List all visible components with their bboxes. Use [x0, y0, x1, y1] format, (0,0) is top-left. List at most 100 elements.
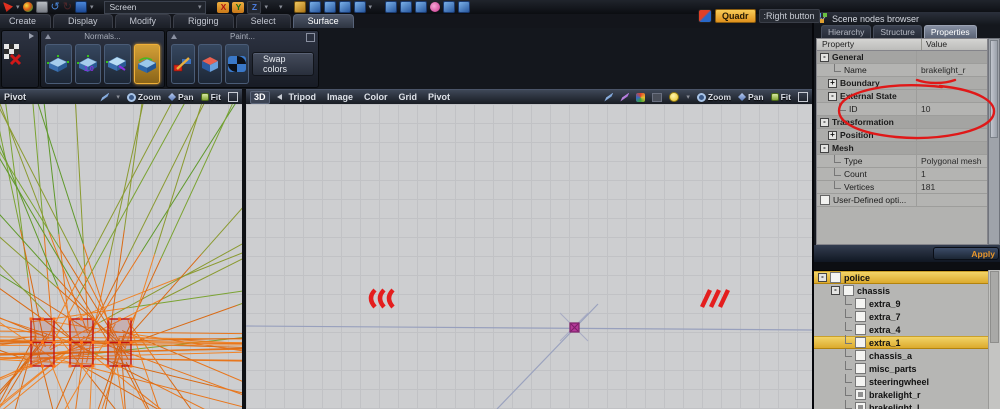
popout-icon[interactable]	[306, 33, 315, 42]
normals-flat-button[interactable]	[45, 44, 72, 84]
property-row-transformation[interactable]: Transformation	[817, 116, 987, 129]
dropdown-caret-icon[interactable]: ▾	[279, 3, 283, 11]
center-pan-button[interactable]: Pan	[738, 92, 764, 102]
expand-icon[interactable]	[828, 78, 837, 88]
undo-icon[interactable]: ↺	[51, 2, 60, 13]
dropdown-caret-icon[interactable]: ▾	[90, 3, 94, 11]
node-checkbox-partial[interactable]	[855, 402, 866, 409]
menu-image[interactable]: Image	[327, 92, 353, 102]
collapse-icon[interactable]	[820, 117, 829, 127]
geometry-tool-icon[interactable]	[353, 1, 366, 13]
properties-scrollbar[interactable]	[988, 38, 1000, 245]
left-zoom-button[interactable]: Zoom	[126, 92, 161, 102]
normals-smooth-button-active[interactable]	[133, 44, 160, 84]
lighting-bulb-icon[interactable]	[669, 92, 680, 102]
tab-modify[interactable]: Modify	[114, 14, 172, 28]
geometry-tool-icon[interactable]	[323, 1, 336, 13]
left-viewport-canvas[interactable]	[0, 104, 242, 409]
node-checkbox[interactable]	[855, 311, 866, 322]
menu-grid[interactable]: Grid	[399, 92, 418, 102]
select-tool-icon[interactable]	[3, 2, 13, 12]
property-row-vertices[interactable]: Vertices 181	[817, 181, 987, 194]
tree-item-extra7[interactable]: extra_7	[814, 309, 1000, 323]
normals-scale-button[interactable]: 1.0	[74, 44, 101, 84]
property-row-user-defined[interactable]: User-Defined opti...	[817, 194, 987, 207]
tab-select[interactable]: Select	[235, 14, 291, 28]
material-sphere-icon[interactable]	[22, 2, 33, 12]
collapse-icon[interactable]	[818, 273, 827, 282]
collapse-icon[interactable]	[820, 52, 829, 62]
maximize-viewport-icon[interactable]	[798, 92, 808, 102]
property-row-count[interactable]: Count 1	[817, 168, 987, 181]
tree-scrollbar[interactable]	[988, 270, 1000, 409]
node-checkbox[interactable]	[855, 337, 866, 348]
tree-item-brakelight-l[interactable]: brakelight_l	[814, 400, 1000, 409]
tab-structure[interactable]: Structure	[873, 25, 922, 38]
dropdown-caret-icon[interactable]: ▾	[369, 3, 373, 11]
expand-right-icon[interactable]	[29, 33, 34, 39]
draw-tool-icon[interactable]	[100, 92, 110, 102]
chevron-down-icon[interactable]: ▾	[116, 93, 120, 101]
paint-brush-button[interactable]	[171, 44, 196, 84]
dropdown-caret-icon[interactable]: ▾	[264, 3, 268, 11]
palette-icon[interactable]	[636, 92, 646, 102]
tree-item-extra1-selected[interactable]: extra_1	[814, 335, 1000, 349]
user-defined-checkbox[interactable]	[820, 195, 830, 205]
menu-color[interactable]: Color	[364, 92, 388, 102]
tree-item-chassis[interactable]: chassis	[814, 284, 1000, 297]
node-checkbox[interactable]	[843, 285, 854, 296]
uv-checker-delete-icon[interactable]	[4, 44, 24, 66]
shading-box-icon[interactable]	[652, 92, 663, 102]
tree-item-extra4[interactable]: extra_4	[814, 322, 1000, 336]
center-zoom-button[interactable]: Zoom	[696, 92, 731, 102]
mesh-tool-icon[interactable]	[400, 1, 413, 13]
tree-item-brakelight-r[interactable]: brakelight_r	[814, 387, 1000, 401]
tree-item-steeringwheel[interactable]: steeringwheel	[814, 374, 1000, 388]
dropdown-caret-icon[interactable]: ▾	[16, 3, 20, 11]
tab-create[interactable]: Create	[0, 14, 52, 28]
property-row-name[interactable]: Name brakelight_r	[817, 64, 987, 77]
mesh-tool-icon[interactable]	[415, 1, 428, 13]
normals-flip-button[interactable]	[104, 44, 131, 84]
tree-item-police[interactable]: police	[814, 271, 1000, 284]
property-row-position[interactable]: Position	[817, 129, 987, 142]
chevron-down-icon[interactable]: ▾	[686, 93, 690, 101]
property-row-type[interactable]: Type Polygonal mesh	[817, 155, 987, 168]
property-row-mesh[interactable]: Mesh	[817, 142, 987, 155]
node-checkbox-partial[interactable]	[855, 389, 866, 400]
tree-item-misc-parts[interactable]: misc_parts	[814, 361, 1000, 375]
node-checkbox[interactable]	[830, 272, 841, 283]
geometry-tool-icon[interactable]	[338, 1, 351, 13]
collapse-left-icon[interactable]	[276, 94, 282, 100]
axis-z-toggle[interactable]: Z	[247, 0, 262, 14]
screen-mode-dropdown[interactable]: Screen ▾	[104, 0, 207, 14]
tab-rigging[interactable]: Rigging	[173, 14, 234, 28]
collapse-up-icon[interactable]	[171, 34, 177, 39]
texture-box-icon[interactable]	[35, 1, 48, 13]
node-checkbox[interactable]	[855, 298, 866, 309]
center-fit-button[interactable]: Fit	[770, 92, 791, 102]
redo-icon[interactable]: ↻	[63, 2, 72, 13]
apply-button[interactable]: Apply	[933, 247, 999, 260]
node-checkbox[interactable]	[855, 376, 866, 387]
property-row-boundary[interactable]: Boundary	[817, 77, 987, 90]
vertex-paint-icon[interactable]	[430, 2, 441, 12]
tree-item-chassis-a[interactable]: chassis_a	[814, 348, 1000, 362]
maximize-viewport-icon[interactable]	[228, 92, 238, 102]
tab-hierarchy[interactable]: Hierarchy	[821, 25, 872, 38]
center-viewport-canvas[interactable]	[246, 104, 812, 409]
menu-pivot[interactable]: Pivot	[428, 92, 450, 102]
tree-item-extra9[interactable]: extra_9	[814, 296, 1000, 310]
mesh-tool-icon[interactable]	[458, 1, 471, 13]
node-checkbox[interactable]	[855, 363, 866, 374]
collapse-icon[interactable]	[831, 286, 840, 295]
geometry-tool-icon[interactable]	[293, 1, 306, 13]
axis-y-toggle[interactable]: Y	[232, 1, 245, 13]
property-row-id[interactable]: ID 10	[817, 103, 987, 116]
tab-surface[interactable]: Surface	[292, 14, 354, 28]
collapse-icon[interactable]	[828, 91, 837, 101]
draw-tool-icon[interactable]	[604, 92, 614, 102]
axis-x-toggle[interactable]: X	[217, 1, 230, 13]
node-checkbox[interactable]	[855, 350, 866, 361]
draw-tool-alt-icon[interactable]	[620, 92, 630, 102]
